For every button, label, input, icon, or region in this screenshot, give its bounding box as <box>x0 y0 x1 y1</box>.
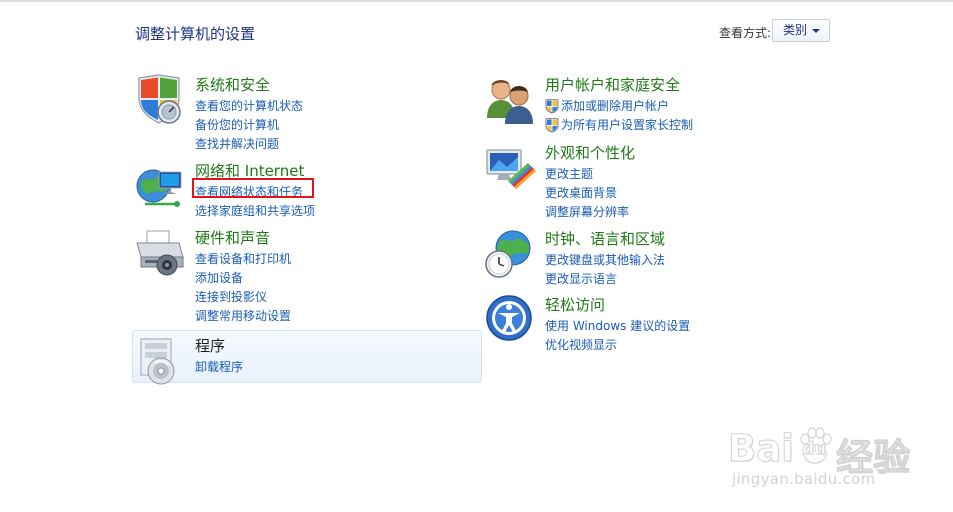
category-title[interactable]: 轻松访问 <box>545 294 605 315</box>
globe-network-icon <box>136 169 182 207</box>
category-user-accounts: 用户帐户和家庭安全 添加或删除用户帐户 为所有用户设置家长控制 <box>485 74 815 134</box>
category-network-internet: 网络和 Internet 查看网络状态和任务 选择家庭组和共享选项 <box>135 160 465 220</box>
uac-shield-icon <box>545 99 559 114</box>
category-programs: 程序 卸载程序 <box>135 335 465 385</box>
category-title[interactable]: 系统和安全 <box>195 74 270 95</box>
category-title[interactable]: 用户帐户和家庭安全 <box>545 74 680 95</box>
monitor-palette-icon <box>486 149 537 190</box>
category-title[interactable]: 程序 <box>195 335 225 356</box>
link-change-keyboard[interactable]: 更改键盘或其他输入法 <box>545 251 665 270</box>
link-add-device[interactable]: 添加设备 <box>195 269 291 288</box>
top-border <box>0 0 953 2</box>
link-change-display-language[interactable]: 更改显示语言 <box>545 270 665 289</box>
link-mobility-settings[interactable]: 调整常用移动设置 <box>195 307 291 326</box>
category-title[interactable]: 时钟、语言和区域 <box>545 228 665 249</box>
link-devices-printers[interactable]: 查看设备和打印机 <box>195 250 291 269</box>
clock-globe-icon <box>485 230 531 278</box>
link-optimize-video-display[interactable]: 优化视频显示 <box>545 336 690 355</box>
programs-icon <box>140 338 175 385</box>
category-title[interactable]: 网络和 Internet <box>195 160 304 181</box>
link-change-theme[interactable]: 更改主题 <box>545 165 629 184</box>
category-system-security: 系统和安全 查看您的计算机状态 备份您的计算机 查找并解决问题 <box>135 74 465 154</box>
baidu-jingyan-watermark: Bai du 经验 jingyan.baidu.com <box>728 425 928 495</box>
uac-shield-icon <box>545 118 559 133</box>
link-view-computer-status[interactable]: 查看您的计算机状态 <box>195 97 303 116</box>
category-hardware-sound: 硬件和声音 查看设备和打印机 添加设备 连接到投影仪 调整常用移动设置 <box>135 227 465 327</box>
category-title[interactable]: 外观和个性化 <box>545 142 635 163</box>
link-windows-recommended-settings[interactable]: 使用 Windows 建议的设置 <box>545 317 690 336</box>
category-clock-language-region: 时钟、语言和区域 更改键盘或其他输入法 更改显示语言 <box>485 228 815 288</box>
users-icon <box>487 80 533 124</box>
view-by-value: 类别 <box>783 23 808 37</box>
watermark-brand-left: Bai <box>728 427 795 471</box>
link-find-fix-problems[interactable]: 查找并解决问题 <box>195 135 303 154</box>
view-by-dropdown[interactable]: 类别 <box>772 19 830 42</box>
view-by-label: 查看方式: <box>719 26 772 40</box>
link-screen-resolution[interactable]: 调整屏幕分辨率 <box>545 203 629 222</box>
watermark-brand-mid: du <box>801 439 827 460</box>
link-connect-projector[interactable]: 连接到投影仪 <box>195 288 291 307</box>
link-label: 添加或删除用户帐户 <box>561 99 670 113</box>
link-backup-computer[interactable]: 备份您的计算机 <box>195 116 303 135</box>
page-title: 调整计算机的设置 <box>135 25 256 43</box>
chevron-down-icon <box>812 29 820 33</box>
link-add-remove-accounts[interactable]: 添加或删除用户帐户 <box>545 97 693 116</box>
category-appearance: 外观和个性化 更改主题 更改桌面背景 调整屏幕分辨率 <box>485 142 815 222</box>
link-homegroup-sharing[interactable]: 选择家庭组和共享选项 <box>195 202 315 221</box>
watermark-url: jingyan.baidu.com <box>732 470 876 488</box>
link-view-network-status[interactable]: 查看网络状态和任务 <box>195 183 315 202</box>
shield-monitor-icon <box>138 74 181 124</box>
link-uninstall-program[interactable]: 卸载程序 <box>195 358 243 377</box>
link-label: 为所有用户设置家长控制 <box>561 118 694 132</box>
link-change-background[interactable]: 更改桌面背景 <box>545 184 629 203</box>
printer-icon <box>136 230 184 276</box>
category-title[interactable]: 硬件和声音 <box>195 227 270 248</box>
link-parental-controls[interactable]: 为所有用户设置家长控制 <box>545 116 693 135</box>
ease-of-access-icon <box>486 295 532 341</box>
category-ease-of-access: 轻松访问 使用 Windows 建议的设置 优化视频显示 <box>485 294 815 354</box>
